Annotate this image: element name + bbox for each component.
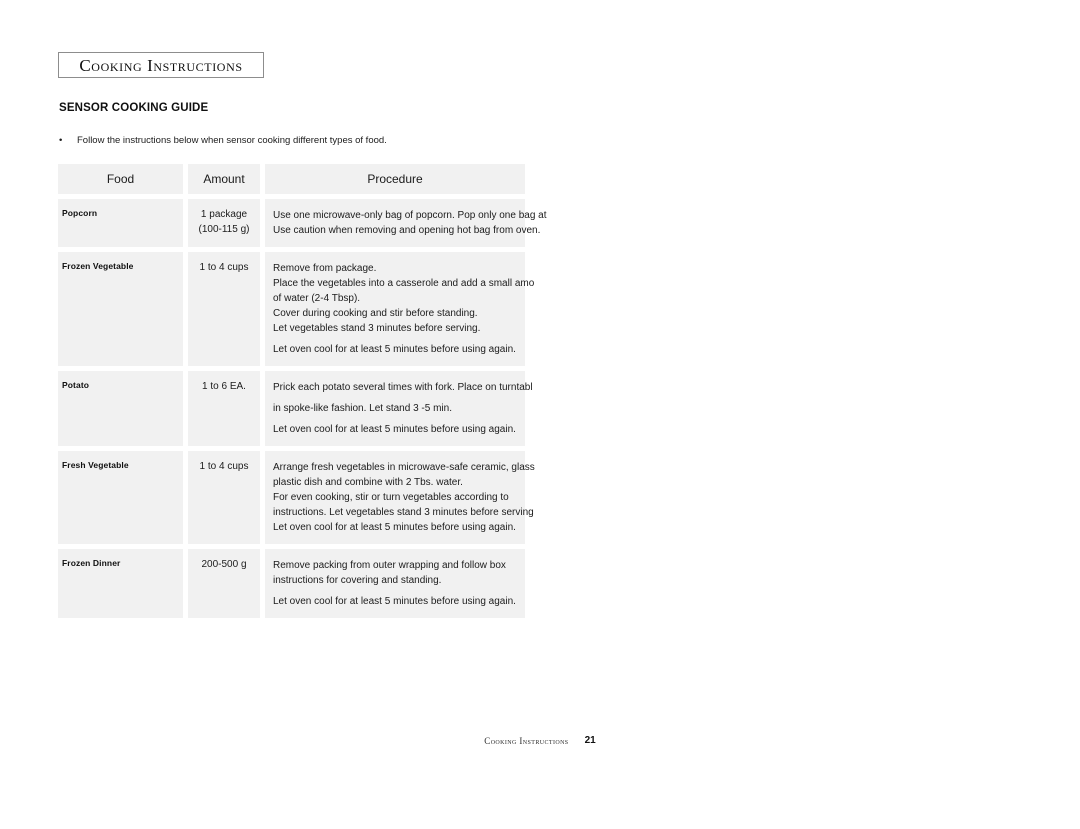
- food-label: Frozen Dinner: [62, 558, 121, 568]
- food-label: Popcorn: [62, 208, 98, 218]
- cell-food: Potato: [58, 371, 183, 446]
- table-row: Frozen Dinner 200-500 g Remove packing fro…: [58, 549, 550, 618]
- procedure-line: Remove from package.: [273, 263, 377, 274]
- bullet-icon: •: [59, 135, 63, 146]
- page-right-clip-mask: [548, 0, 1080, 829]
- procedure-line: plastic dish and combine with 2 Tbs. wat…: [273, 477, 463, 488]
- food-label: Fresh Vegetable: [62, 460, 129, 470]
- cell-food: Frozen Dinner: [58, 549, 183, 618]
- procedure-line: instructions for covering and standing.: [273, 575, 442, 586]
- cell-amount: 1 to 6 EA.: [188, 371, 260, 446]
- procedure-line: Let oven cool for at least 5 minutes bef…: [273, 596, 516, 607]
- amount-line: 1 package: [200, 209, 248, 220]
- amount-line: 200-500 g: [201, 559, 247, 570]
- intro-bullet-text: Follow the instructions below when senso…: [77, 135, 387, 146]
- cell-food: Popcorn: [58, 199, 183, 247]
- food-label: Potato: [62, 380, 90, 390]
- section-title-text: Cooking Instructions: [79, 55, 243, 75]
- cell-amount: 1 to 4 cups: [188, 451, 260, 544]
- document-page: Cooking Instructions SENSOR COOKING GUID…: [0, 0, 1080, 829]
- intro-bullet: • Follow the instructions below when sens…: [59, 135, 529, 146]
- cell-procedure: Remove from package. Place the vegetables…: [265, 252, 535, 366]
- cell-amount: 1 package (100-115 g): [188, 199, 260, 247]
- procedure-line: Let vegetables stand 3 minutes before se…: [273, 323, 481, 334]
- column-header-amount: Amount: [188, 164, 260, 194]
- amount-line: 1 to 4 cups: [199, 262, 249, 273]
- column-header-food: Food: [58, 164, 183, 194]
- amount-line: 1 to 4 cups: [199, 461, 249, 472]
- table-header-row: Food Amount Procedure: [58, 164, 550, 194]
- procedure-line: Use one microwave-only bag of popcorn. P…: [273, 210, 561, 221]
- footer-page-number: 21: [584, 735, 596, 746]
- section-title-box: Cooking Instructions: [58, 52, 264, 78]
- table-row: Potato 1 to 6 EA. Prick each potato severa…: [58, 371, 550, 446]
- amount-line: (100-115 g): [198, 223, 250, 235]
- table-row: Popcorn 1 package (100-115 g) Use one micro…: [58, 199, 561, 247]
- procedure-line: For even cooking, stir or turn vegetable…: [273, 492, 509, 503]
- procedure-line: Arrange fresh vegetables in microwave-sa…: [273, 462, 535, 473]
- procedure-line: Prick each potato several times with for…: [273, 382, 533, 393]
- amount-line: 1 to 6 EA.: [202, 381, 246, 392]
- procedure-line: Let oven cool for at least 5 minutes bef…: [273, 522, 516, 533]
- procedure-line: Let oven cool for at least 5 minutes bef…: [273, 424, 516, 435]
- procedure-line: Remove packing from outer wrapping and f…: [273, 560, 506, 571]
- cell-amount: 200-500 g: [188, 549, 260, 618]
- procedure-line: in spoke-like fashion. Let stand 3 -5 mi…: [273, 403, 452, 414]
- food-label: Frozen Vegetable: [62, 261, 134, 271]
- cell-procedure: Use one microwave-only bag of popcorn. P…: [265, 199, 561, 247]
- cell-procedure: Remove packing from outer wrapping and f…: [265, 549, 525, 618]
- cell-amount: 1 to 4 cups: [188, 252, 260, 366]
- procedure-line: Place the vegetables into a casserole an…: [273, 278, 535, 289]
- cell-food: Fresh Vegetable: [58, 451, 183, 544]
- sensor-cooking-guide-heading: SENSOR COOKING GUIDE: [59, 102, 209, 114]
- table-row: Fresh Vegetable 1 to 4 cups Arrange fresh …: [58, 451, 550, 544]
- cell-food: Frozen Vegetable: [58, 252, 183, 366]
- column-header-procedure-label: Procedure: [367, 172, 423, 186]
- procedure-line: Use caution when removing and opening ho…: [273, 225, 541, 236]
- cell-procedure: Arrange fresh vegetables in microwave-sa…: [265, 451, 535, 544]
- table-row: Frozen Vegetable 1 to 4 cups Remove from p…: [58, 252, 550, 366]
- cell-procedure: Prick each potato several times with for…: [265, 371, 533, 446]
- column-header-amount-label: Amount: [203, 172, 245, 186]
- procedure-line: of water (2-4 Tbsp).: [273, 293, 361, 304]
- footer-section-title: Cooking Instructions: [484, 736, 569, 746]
- column-header-food-label: Food: [106, 172, 135, 186]
- procedure-line: Let oven cool for at least 5 minutes bef…: [273, 344, 516, 355]
- page-footer: Cooking Instructions 21: [0, 731, 1080, 749]
- sensor-cooking-guide-table: Food Amount Procedure Popcorn 1 package (100-…: [58, 164, 561, 623]
- column-header-procedure: Procedure: [265, 164, 525, 194]
- procedure-line: instructions. Let vegetables stand 3 min…: [273, 507, 534, 518]
- procedure-line: Cover during cooking and stir before sta…: [273, 308, 478, 319]
